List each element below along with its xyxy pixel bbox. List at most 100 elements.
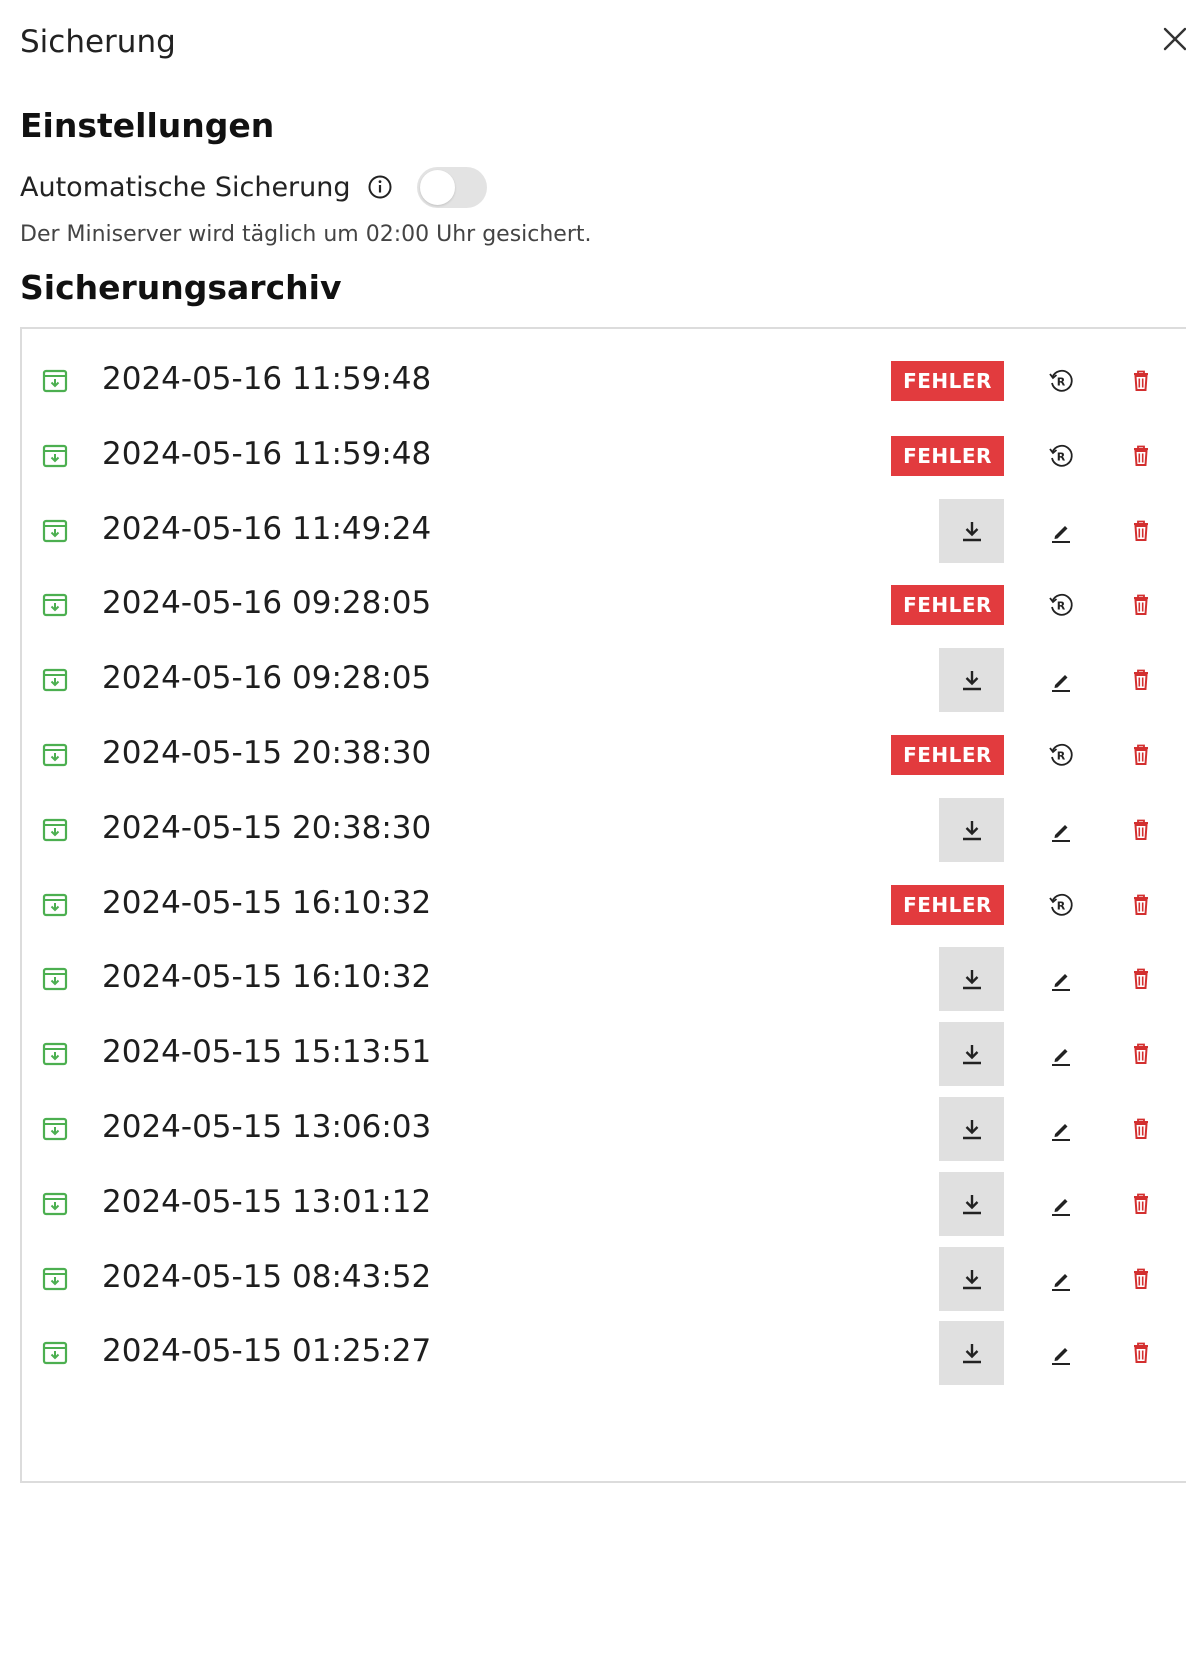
delete-icon[interactable] — [1128, 1041, 1154, 1067]
backup-archive-icon — [42, 1340, 68, 1366]
delete-icon[interactable] — [1128, 368, 1154, 394]
backup-archive-icon — [42, 817, 68, 843]
close-icon[interactable] — [1160, 24, 1186, 54]
download-button[interactable] — [939, 1022, 1004, 1087]
svg-text:R: R — [1057, 750, 1066, 763]
edit-icon[interactable] — [1048, 1266, 1074, 1292]
download-icon — [960, 1117, 984, 1141]
restore-icon[interactable]: R — [1048, 443, 1074, 469]
download-icon — [960, 1341, 984, 1365]
backup-row: 2024-05-16 11:49:24 — [22, 491, 1186, 571]
error-badge: FEHLER — [891, 735, 1004, 775]
delete-icon[interactable] — [1128, 892, 1154, 918]
backup-date: 2024-05-16 09:28:05 — [102, 585, 432, 622]
backup-row: 2024-05-15 13:06:03 — [22, 1089, 1186, 1169]
svg-text:R: R — [1057, 600, 1066, 613]
backup-date: 2024-05-16 09:28:05 — [102, 660, 432, 697]
error-badge: FEHLER — [891, 435, 1004, 476]
settings-heading: Einstellungen — [20, 106, 275, 145]
svg-text:R: R — [1057, 899, 1066, 912]
delete-icon[interactable] — [1128, 742, 1154, 768]
edit-icon[interactable] — [1048, 1041, 1074, 1067]
download-button[interactable] — [939, 648, 1004, 713]
delete-icon[interactable] — [1128, 592, 1154, 618]
backup-row: 2024-05-16 09:28:05 — [22, 640, 1186, 720]
backup-date: 2024-05-15 20:38:30 — [102, 735, 432, 771]
backup-archive-icon — [42, 1041, 68, 1067]
auto-backup-label: Automatische Sicherung — [20, 171, 351, 203]
backup-row: 2024-05-15 16:10:32 FEHLER R — [22, 865, 1186, 945]
download-icon — [960, 1042, 984, 1066]
edit-icon[interactable] — [1048, 1340, 1074, 1366]
auto-backup-description: Der Miniserver wird täglich um 02:00 Uhr… — [20, 222, 592, 247]
delete-icon[interactable] — [1128, 518, 1154, 544]
download-button[interactable] — [939, 1321, 1004, 1386]
download-button[interactable] — [939, 1171, 1004, 1236]
edit-icon[interactable] — [1048, 667, 1074, 693]
backup-archive-icon — [42, 443, 68, 469]
download-button[interactable] — [939, 498, 1004, 563]
backup-date: 2024-05-15 08:43:52 — [102, 1258, 432, 1295]
backup-archive-icon — [42, 892, 68, 918]
download-button[interactable] — [939, 1246, 1004, 1311]
error-badge: FEHLER — [891, 884, 1004, 925]
delete-icon[interactable] — [1128, 1340, 1154, 1366]
backup-date: 2024-05-15 13:06:03 — [102, 1109, 432, 1145]
edit-icon[interactable] — [1048, 518, 1074, 544]
restore-icon[interactable]: R — [1048, 742, 1074, 768]
delete-icon[interactable] — [1128, 667, 1154, 693]
download-button[interactable] — [939, 1097, 1004, 1161]
backup-date: 2024-05-15 01:25:27 — [102, 1333, 432, 1370]
backup-date: 2024-05-16 11:59:48 — [102, 361, 432, 397]
info-icon[interactable] — [367, 174, 393, 200]
dialog-title: Sicherung — [20, 24, 176, 60]
restore-icon[interactable]: R — [1048, 892, 1074, 918]
download-icon — [960, 519, 984, 543]
toggle-knob — [419, 169, 455, 205]
delete-icon[interactable] — [1128, 443, 1154, 469]
backup-date: 2024-05-15 20:38:30 — [102, 809, 432, 846]
delete-icon[interactable] — [1128, 1266, 1154, 1292]
backup-row: 2024-05-15 08:43:52 — [22, 1239, 1186, 1319]
backup-row: 2024-05-15 16:10:32 — [22, 939, 1186, 1019]
edit-icon[interactable] — [1048, 1191, 1074, 1217]
backup-date: 2024-05-15 16:10:32 — [102, 959, 432, 996]
backup-row: 2024-05-16 11:59:48 FEHLER R — [22, 416, 1186, 496]
backup-date: 2024-05-16 11:59:48 — [102, 435, 432, 472]
backup-archive-icon — [42, 1116, 68, 1142]
download-icon — [960, 967, 984, 991]
backup-date: 2024-05-15 15:13:51 — [102, 1034, 432, 1071]
svg-text:R: R — [1057, 376, 1066, 389]
download-icon — [960, 1267, 984, 1291]
download-button[interactable] — [939, 947, 1004, 1012]
edit-icon[interactable] — [1048, 966, 1074, 992]
delete-icon[interactable] — [1128, 1191, 1154, 1217]
backup-archive-list: 2024-05-16 11:59:48 FEHLER R 2024-05-16 11:… — [20, 327, 1186, 1483]
restore-icon[interactable]: R — [1048, 368, 1074, 394]
backup-archive-icon — [42, 742, 68, 768]
edit-icon[interactable] — [1048, 817, 1074, 843]
backup-row: 2024-05-15 20:38:30 — [22, 790, 1186, 870]
backup-date: 2024-05-16 11:49:24 — [102, 510, 432, 547]
backup-row: 2024-05-16 09:28:05 FEHLER R — [22, 565, 1186, 645]
backup-row: 2024-05-15 20:38:30 FEHLER R — [22, 715, 1186, 795]
restore-icon[interactable]: R — [1048, 592, 1074, 618]
edit-icon[interactable] — [1048, 1116, 1074, 1142]
backup-archive-icon — [42, 592, 68, 618]
backup-date: 2024-05-15 13:01:12 — [102, 1183, 432, 1220]
backup-row: 2024-05-15 01:25:27 — [22, 1313, 1186, 1393]
delete-icon[interactable] — [1128, 817, 1154, 843]
auto-backup-row: Automatische Sicherung — [20, 166, 487, 208]
error-badge: FEHLER — [891, 585, 1004, 626]
backup-row: 2024-05-15 13:01:12 — [22, 1164, 1186, 1244]
error-badge: FEHLER — [891, 361, 1004, 401]
download-button[interactable] — [939, 797, 1004, 862]
auto-backup-toggle[interactable] — [416, 166, 487, 208]
backup-row: 2024-05-15 15:13:51 — [22, 1014, 1186, 1094]
archive-heading: Sicherungsarchiv — [20, 268, 342, 307]
delete-icon[interactable] — [1128, 966, 1154, 992]
delete-icon[interactable] — [1128, 1116, 1154, 1142]
backup-archive-icon — [42, 368, 68, 394]
backup-archive-icon — [42, 518, 68, 544]
backup-date: 2024-05-15 16:10:32 — [102, 884, 432, 921]
